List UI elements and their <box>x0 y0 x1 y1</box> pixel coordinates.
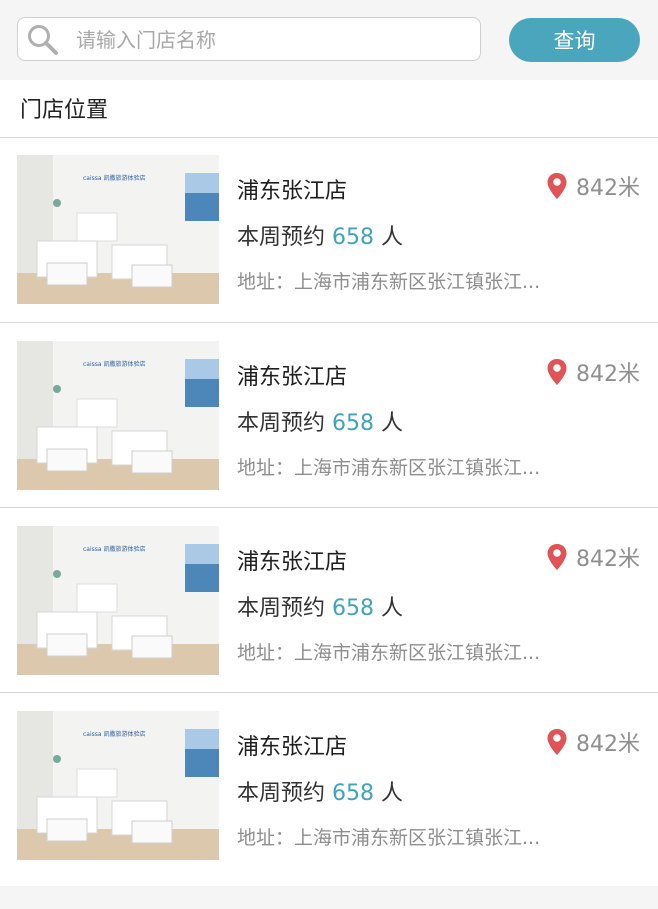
location-pin-icon <box>547 359 567 385</box>
booking-count: 658 <box>332 596 375 621</box>
search-input[interactable] <box>74 18 478 62</box>
brand-sign: caissa 凯撒旅游体验店 <box>83 546 146 553</box>
store-name: 浦东张江店 <box>237 735 348 760</box>
store-name: 浦东张江店 <box>237 550 348 575</box>
booking-label: 本周预约 <box>237 225 326 250</box>
distance: 842米 <box>546 542 640 572</box>
distance: 842米 <box>546 171 640 201</box>
store-item[interactable]: caissa 凯撒旅游体验店 浦东张江店 842米 本周预约 658 人 地址：… <box>0 155 658 305</box>
distance-text: 842米 <box>576 732 640 757</box>
weekly-booking: 本周预约 658 人 <box>237 775 403 807</box>
distance: 842米 <box>546 727 640 757</box>
store-item[interactable]: caissa 凯撒旅游体验店 浦东张江店 842米 本周预约 658 人 地址：… <box>0 526 658 676</box>
location-pin-icon <box>547 544 567 570</box>
booking-unit: 人 <box>381 411 404 436</box>
booking-count: 658 <box>332 781 375 806</box>
store-name: 浦东张江店 <box>237 365 348 390</box>
distance-text: 842米 <box>576 176 640 201</box>
booking-count: 658 <box>332 411 375 436</box>
divider <box>0 137 658 138</box>
store-address: 地址：上海市浦东新区张江镇张江... <box>237 642 541 664</box>
store-item[interactable]: caissa 凯撒旅游体验店 浦东张江店 842米 本周预约 658 人 地址：… <box>0 341 658 491</box>
store-photo: caissa 凯撒旅游体验店 <box>17 526 219 675</box>
distance-text: 842米 <box>576 362 640 387</box>
divider <box>0 322 658 323</box>
section-title: 门店位置 <box>20 98 109 123</box>
store-photo: caissa 凯撒旅游体验店 <box>17 155 219 304</box>
booking-label: 本周预约 <box>237 596 326 621</box>
divider <box>0 507 658 508</box>
booking-count: 658 <box>332 225 375 250</box>
brand-sign: caissa 凯撒旅游体验店 <box>83 361 146 368</box>
distance-text: 842米 <box>576 547 640 572</box>
store-address: 地址：上海市浦东新区张江镇张江... <box>237 271 541 293</box>
store-photo: caissa 凯撒旅游体验店 <box>17 341 219 490</box>
booking-label: 本周预约 <box>237 781 326 806</box>
booking-unit: 人 <box>381 781 404 806</box>
brand-sign: caissa 凯撒旅游体验店 <box>83 175 146 182</box>
booking-unit: 人 <box>381 596 404 621</box>
booking-unit: 人 <box>381 225 404 250</box>
store-list-section: 门店位置 caissa 凯撒旅游体验店 浦东张江店 842米 本周预约 658 … <box>0 80 658 886</box>
divider <box>0 692 658 693</box>
booking-label: 本周预约 <box>237 411 326 436</box>
store-address: 地址：上海市浦东新区张江镇张江... <box>237 827 541 849</box>
location-pin-icon <box>547 173 567 199</box>
search-bar: 查询 <box>0 0 658 80</box>
query-button[interactable]: 查询 <box>509 18 640 62</box>
store-name: 浦东张江店 <box>237 179 348 204</box>
store-address: 地址：上海市浦东新区张江镇张江... <box>237 457 541 479</box>
weekly-booking: 本周预约 658 人 <box>237 219 403 251</box>
store-photo: caissa 凯撒旅游体验店 <box>17 711 219 860</box>
weekly-booking: 本周预约 658 人 <box>237 590 403 622</box>
search-box[interactable] <box>17 17 481 62</box>
search-icon <box>28 25 58 55</box>
brand-sign: caissa 凯撒旅游体验店 <box>83 731 146 738</box>
weekly-booking: 本周预约 658 人 <box>237 405 403 437</box>
store-item[interactable]: caissa 凯撒旅游体验店 浦东张江店 842米 本周预约 658 人 地址：… <box>0 711 658 861</box>
distance: 842米 <box>546 357 640 387</box>
location-pin-icon <box>547 729 567 755</box>
